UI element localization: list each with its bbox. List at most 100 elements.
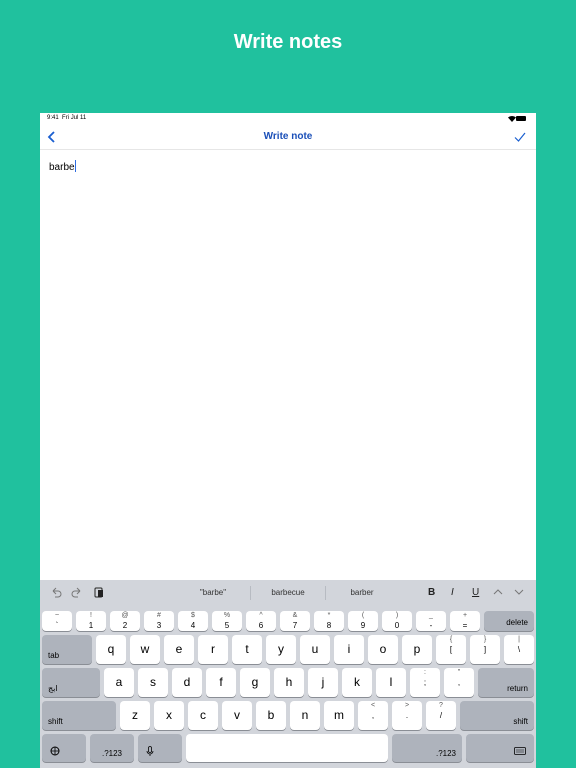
key-label: k — [354, 675, 360, 689]
suggestion-1[interactable]: "barbe" — [178, 588, 248, 597]
key-p[interactable]: p — [402, 635, 432, 664]
key-o[interactable]: o — [368, 635, 398, 664]
chevron-up-icon[interactable] — [492, 586, 504, 598]
delete-key[interactable]: delete — [484, 611, 534, 631]
key-y[interactable]: y — [266, 635, 296, 664]
key-bracket-1[interactable]: }] — [470, 635, 500, 664]
key-0[interactable]: ) 0 — [382, 611, 412, 631]
undo-icon[interactable] — [50, 586, 62, 598]
key-sym-0[interactable]: <, — [358, 701, 388, 730]
key-c[interactable]: c — [188, 701, 218, 730]
key-sym-2[interactable]: ? / — [426, 701, 456, 730]
key-punct-0[interactable]: :; — [410, 668, 440, 697]
key-s[interactable]: s — [138, 668, 168, 697]
key-punct-1[interactable]: ", — [444, 668, 474, 697]
key-main-glyph: 1 — [88, 621, 94, 630]
key-b[interactable]: b — [256, 701, 286, 730]
key-l[interactable]: l — [376, 668, 406, 697]
key-a[interactable]: a — [104, 668, 134, 697]
key-shift-glyph: > — [404, 702, 410, 709]
key-j[interactable]: j — [308, 668, 338, 697]
key-main-glyph: / — [439, 711, 443, 720]
key-r[interactable]: r — [198, 635, 228, 664]
key-z[interactable]: z — [120, 701, 150, 730]
status-time: 9:41 Fri Jul 11 — [47, 115, 87, 121]
key-7[interactable]: & 7 — [280, 611, 310, 631]
key-g[interactable]: g — [240, 668, 270, 697]
key-8[interactable]: * 8 — [314, 611, 344, 631]
wifi-icon — [508, 115, 516, 122]
key-u[interactable]: u — [300, 635, 330, 664]
hide-keyboard-key[interactable] — [466, 734, 534, 762]
suggestion-2[interactable]: barbecue — [253, 588, 323, 597]
tab-key[interactable]: tab — [42, 635, 92, 664]
key-main-glyph: 2 — [122, 621, 128, 630]
key-x[interactable]: x — [154, 701, 184, 730]
checkmark-icon[interactable] — [513, 130, 527, 144]
key-main-glyph: 7 — [292, 621, 298, 630]
key-v[interactable]: v — [222, 701, 252, 730]
key-4[interactable]: $4 — [178, 611, 208, 631]
underline-button[interactable]: U — [472, 587, 479, 598]
key-sym-1[interactable]: >. — [392, 701, 422, 730]
key-d[interactable]: d — [172, 668, 202, 697]
keyboard: "barbe" barbecue barber B I U ~ `! 1 @2 #3 $4… — [40, 580, 536, 768]
key-shift-glyph: @ — [121, 612, 129, 619]
key-label: g — [251, 675, 259, 689]
key-q[interactable]: q — [96, 635, 126, 664]
shift-left-key[interactable]: shift — [42, 701, 116, 730]
language-key[interactable]: ابج — [42, 668, 100, 697]
key-main-glyph: , — [371, 711, 375, 720]
key-label: .?123 — [101, 749, 123, 758]
key--[interactable]: _ - — [416, 611, 446, 631]
redo-icon[interactable] — [71, 586, 83, 598]
key-label: d — [183, 675, 191, 689]
space-bar[interactable] — [186, 734, 388, 762]
key-3[interactable]: #3 — [144, 611, 174, 631]
key-bracket-2[interactable]: | \ — [504, 635, 534, 664]
key-t[interactable]: t — [232, 635, 262, 664]
key-`[interactable]: ~ ` — [42, 611, 72, 631]
key-m[interactable]: m — [324, 701, 354, 730]
italic-button[interactable]: I — [451, 587, 454, 598]
key-=[interactable]: + = — [450, 611, 480, 631]
key-i[interactable]: i — [334, 635, 364, 664]
key-label: f — [219, 675, 223, 689]
numbers-key-left[interactable]: .?123 — [90, 734, 134, 762]
key-label: shift — [48, 717, 63, 726]
key-5[interactable]: % 5 — [212, 611, 242, 631]
key-label: m — [334, 708, 344, 722]
bold-button[interactable]: B — [428, 587, 435, 598]
key-2[interactable]: @2 — [110, 611, 140, 631]
key-bracket-0[interactable]: {[ — [436, 635, 466, 664]
key-main-glyph: ; — [423, 678, 427, 687]
promo-title: Write notes — [233, 31, 343, 53]
shift-right-key[interactable]: shift — [460, 701, 534, 730]
key-shift-glyph: } — [483, 636, 487, 643]
key-f[interactable]: f — [206, 668, 236, 697]
key-e[interactable]: e — [164, 635, 194, 664]
suggestion-3[interactable]: barber — [327, 588, 397, 597]
chevron-down-icon[interactable] — [513, 586, 525, 598]
key-main-glyph: \ — [517, 645, 521, 654]
key-shift-glyph: % — [223, 612, 231, 619]
key-label: delete — [506, 618, 528, 627]
key-n[interactable]: n — [290, 701, 320, 730]
key-h[interactable]: h — [274, 668, 304, 697]
globe-key[interactable] — [42, 734, 86, 762]
key-main-glyph: 6 — [258, 621, 264, 630]
key-shift-glyph: ) — [395, 612, 399, 619]
key-shift-glyph: ? — [439, 702, 443, 709]
paste-icon[interactable] — [93, 586, 105, 598]
globe-icon — [50, 746, 60, 756]
key-9[interactable]: (9 — [348, 611, 378, 631]
numbers-key-right[interactable]: .?123 — [392, 734, 462, 762]
return-key[interactable]: return — [478, 668, 534, 697]
note-editor[interactable]: barbe — [40, 151, 536, 580]
key-1[interactable]: ! 1 — [76, 611, 106, 631]
key-w[interactable]: w — [130, 635, 160, 664]
key-shift-glyph: * — [327, 612, 331, 619]
key-k[interactable]: k — [342, 668, 372, 697]
dictation-key[interactable] — [138, 734, 182, 762]
key-6[interactable]: ^ 6 — [246, 611, 276, 631]
